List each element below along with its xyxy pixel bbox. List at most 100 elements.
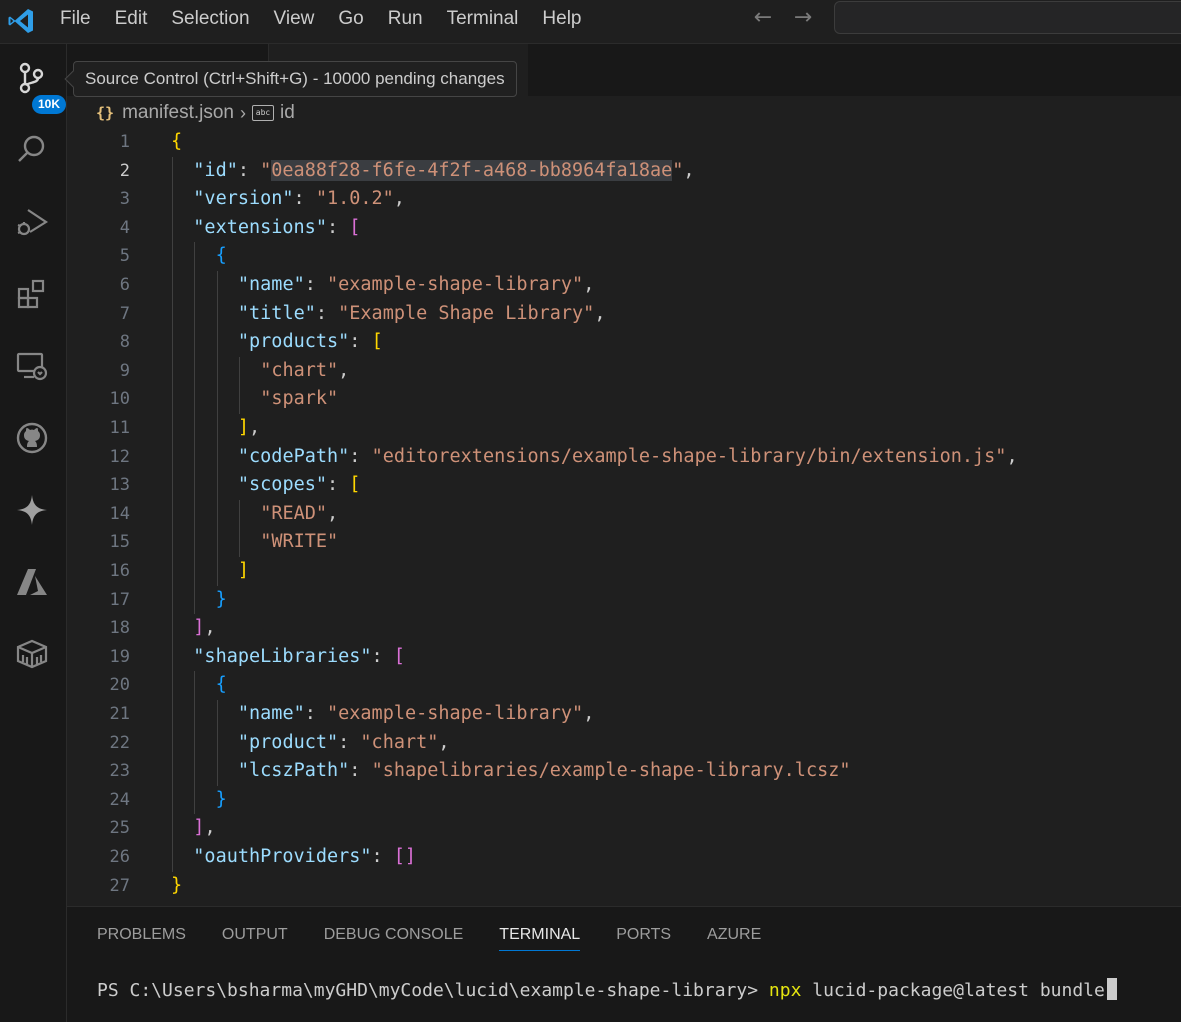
code-token: }	[215, 788, 227, 810]
tab-terminal[interactable]: TERMINAL	[499, 921, 581, 951]
activity-bar: 10K	[0, 44, 67, 1022]
indent-guide	[238, 385, 240, 414]
code-token: "extensions"	[193, 216, 327, 238]
copilot-sparkle-icon[interactable]	[10, 488, 54, 532]
indent-guide	[194, 471, 196, 500]
menu-edit[interactable]: Edit	[103, 4, 160, 34]
run-debug-icon[interactable]	[10, 200, 54, 244]
command-center-search[interactable]	[834, 1, 1181, 34]
code-token: :	[338, 731, 361, 753]
terminal-cursor	[1106, 978, 1117, 1000]
code-token: "products"	[237, 331, 350, 353]
code-text: "extensions": [	[193, 214, 360, 243]
indent-guide	[194, 356, 196, 386]
line-number: 12	[109, 446, 130, 467]
line-number: 14	[109, 503, 130, 524]
indent-guide	[172, 442, 173, 472]
code-token: "lcszPath"	[237, 760, 350, 782]
indent-guide	[172, 585, 173, 615]
indent-guide	[216, 528, 218, 557]
menu-terminal[interactable]: Terminal	[435, 4, 531, 34]
code-token: "chart"	[360, 731, 439, 753]
vscode-logo-icon[interactable]	[6, 6, 36, 36]
code-text: "version": "1.0.2",	[193, 185, 405, 214]
code-text: "lcszPath": "shapelibraries/example-shap…	[238, 757, 851, 786]
code-line: 14 "READ",	[67, 499, 1181, 529]
search-icon[interactable]	[10, 128, 54, 172]
indent-guide	[172, 356, 173, 386]
code-token: }	[171, 874, 183, 896]
code-token: ,	[1006, 445, 1018, 467]
indent-guide	[216, 728, 218, 758]
code-token: []	[393, 846, 417, 867]
indent-guide	[172, 385, 173, 414]
code-token: :	[326, 216, 350, 238]
line-number: 3	[119, 189, 130, 210]
selected-token: 0ea88f28-f6fe-4f2f-a468-bb8964fa18ae	[271, 159, 673, 181]
indent-guide	[172, 414, 173, 443]
code-token: :	[371, 645, 394, 667]
remote-explorer-icon[interactable]	[10, 344, 54, 388]
breadcrumb-symbol[interactable]: id	[280, 102, 295, 124]
terminal-output[interactable]: PS C:\Users\bsharma\myGHD\myCode\lucid\e…	[97, 978, 1117, 1001]
code-line: 7 "title": "Example Shape Library",	[67, 299, 1181, 329]
code-token: "shapeLibraries"	[193, 645, 372, 667]
indent-guide	[194, 700, 196, 729]
tab-debug-console[interactable]: DEBUG CONSOLE	[324, 921, 464, 951]
line-number: 2	[119, 160, 130, 181]
code-token: ]	[193, 617, 205, 639]
menu-view[interactable]: View	[262, 4, 327, 34]
code-line: 2 "id": "0ea88f28-f6fe-4f2f-a468-bb8964fa…	[67, 156, 1181, 186]
indent-guide	[216, 442, 218, 472]
indent-guide	[216, 471, 218, 500]
code-text: }	[216, 586, 227, 615]
terminal-args: lucid-package@latest bundle	[801, 980, 1105, 1001]
tab-ports[interactable]: PORTS	[616, 921, 671, 951]
containers-icon[interactable]	[10, 632, 54, 676]
line-number: 19	[109, 646, 130, 667]
code-line: 15 "WRITE"	[67, 528, 1181, 557]
code-token: ,	[683, 159, 695, 181]
code-line: 8 "products": [	[67, 328, 1181, 357]
indent-guide	[194, 442, 196, 472]
pending-changes-badge: 10K	[32, 95, 66, 114]
code-token: ,	[249, 417, 261, 438]
code-token: "	[260, 159, 272, 181]
extensions-icon[interactable]	[10, 272, 54, 316]
menu-go[interactable]: Go	[326, 4, 375, 34]
line-number: 9	[119, 360, 130, 381]
code-line: 5{	[67, 242, 1181, 271]
code-text: "id": "0ea88f28-f6fe-4f2f-a468-bb8964fa1…	[193, 157, 695, 186]
code-editor[interactable]: 1{2 "id": "0ea88f28-f6fe-4f2f-a468-bb8964…	[67, 128, 1181, 900]
tab-problems[interactable]: PROBLEMS	[97, 921, 186, 951]
code-text: "oauthProviders": []	[193, 843, 416, 872]
azure-icon[interactable]	[10, 560, 54, 604]
go-back-icon[interactable]: ←	[750, 4, 776, 32]
indent-guide	[172, 471, 173, 500]
tab-output[interactable]: OUTPUT	[222, 921, 288, 951]
json-file-icon: {}	[96, 104, 115, 122]
code-text: "chart",	[260, 357, 349, 386]
menu-help[interactable]: Help	[530, 4, 593, 34]
indent-guide	[194, 671, 196, 700]
tab-azure[interactable]: AZURE	[707, 921, 761, 951]
breadcrumb-file[interactable]: manifest.json	[122, 102, 234, 124]
code-token: {	[171, 131, 183, 152]
menu-selection[interactable]: Selection	[159, 4, 261, 34]
indent-guide	[238, 499, 240, 529]
indent-guide	[172, 528, 173, 557]
code-line: 27}	[67, 872, 1181, 901]
code-token: "example-shape-library"	[327, 703, 584, 724]
chevron-right-icon: ›	[240, 102, 247, 123]
github-icon[interactable]	[10, 416, 54, 460]
menu-run[interactable]: Run	[376, 4, 435, 34]
code-token: ,	[583, 274, 595, 295]
code-token: :	[349, 760, 372, 782]
string-symbol-icon: abc	[252, 105, 275, 121]
menu-file[interactable]: File	[48, 4, 103, 34]
source-control-icon[interactable]: 10K	[10, 56, 66, 114]
code-token: "example-shape-library"	[327, 274, 584, 295]
go-forward-icon[interactable]: →	[790, 4, 816, 32]
code-line: 10 "spark"	[67, 385, 1181, 414]
indent-guide	[194, 385, 196, 414]
